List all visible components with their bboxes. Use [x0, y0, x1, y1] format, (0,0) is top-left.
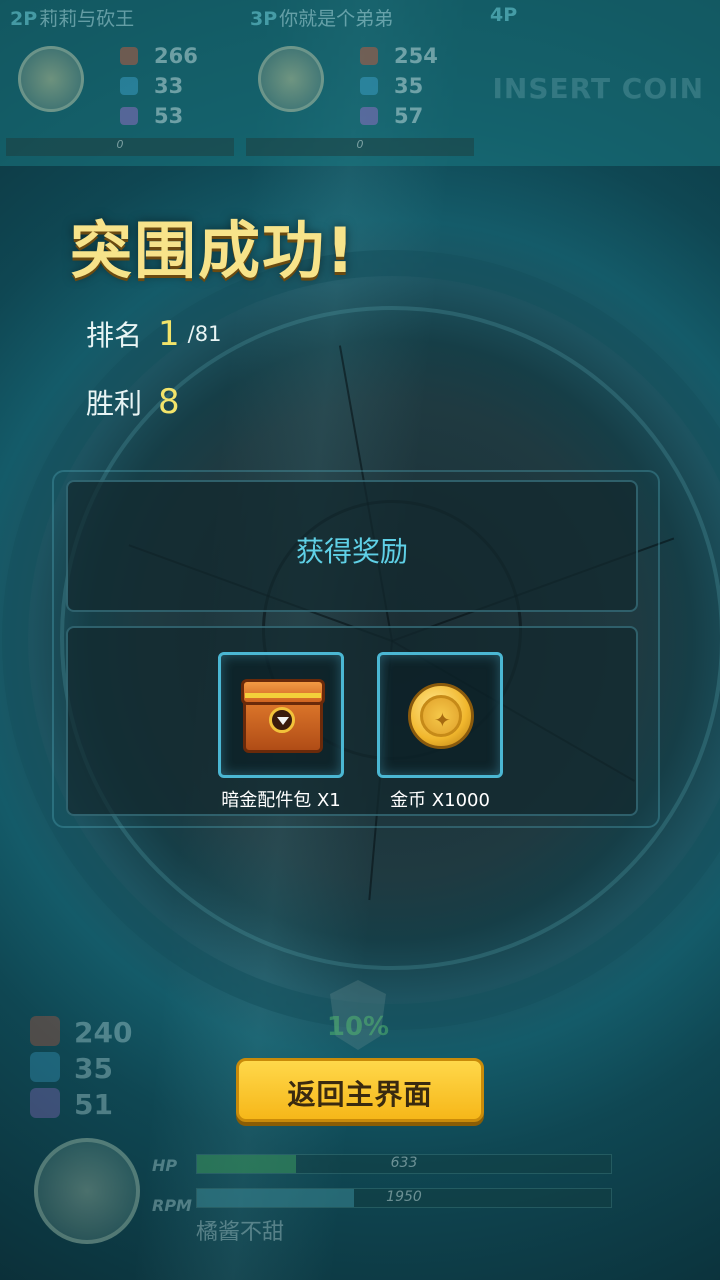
hourglass-icon — [360, 107, 378, 125]
player-name: 你就是个弟弟 — [279, 8, 394, 30]
attack-icon — [360, 47, 378, 65]
shield-icon — [30, 1052, 60, 1082]
shield-icon — [120, 77, 138, 95]
shield-icon — [360, 77, 378, 95]
reward-item-coin[interactable]: ✦ — [377, 652, 503, 778]
rank-label: 排名 — [86, 319, 143, 352]
beyblade-emblem-icon — [18, 46, 84, 112]
player-bar: 0 — [246, 138, 474, 156]
reward-title: 获得奖励 — [295, 535, 408, 568]
local-player-name: 橘酱不甜 — [196, 1220, 285, 1245]
return-home-label: 返回主界面 — [287, 1078, 433, 1111]
player-slot-2p: 2P 莉莉与砍王 266 33 53 0 — [0, 0, 240, 166]
rpm-label: RPM — [152, 1196, 192, 1215]
player-number: 2P — [10, 8, 38, 30]
player-name: 莉莉与砍王 — [39, 8, 135, 30]
wins-line: 胜利 8 — [86, 382, 180, 422]
player-number: 3P — [250, 8, 278, 30]
player-bar: 0 — [6, 138, 234, 156]
bottom-stamina-stat: 51 — [30, 1088, 113, 1121]
player-slot-4p[interactable]: 4P INSERT COIN — [480, 0, 720, 166]
center-percent: 10% — [326, 1012, 390, 1042]
player-slot-3p: 3P 你就是个弟弟 254 35 57 0 — [240, 0, 480, 166]
attack-icon — [30, 1016, 60, 1046]
center-badge: 10% — [310, 980, 406, 1060]
top-hud: 2P 莉莉与砍王 266 33 53 0 3P 你就是个弟弟 254 35 57 0… — [0, 0, 720, 166]
stamina-stat: 57 — [360, 104, 423, 128]
reward-label-coin: 金币 X1000 — [390, 790, 490, 811]
attack-stat: 266 — [120, 44, 198, 68]
gold-coin-icon: ✦ — [408, 683, 474, 749]
hourglass-icon — [30, 1088, 60, 1118]
hourglass-icon — [120, 107, 138, 125]
hp-value: 633 — [390, 1155, 418, 1171]
return-home-button[interactable]: 返回主界面 — [236, 1058, 484, 1122]
rank-line: 排名 1/81 — [86, 314, 221, 354]
player-number: 4P — [490, 4, 518, 26]
insert-coin-label: INSERT COIN — [492, 72, 704, 105]
wins-label: 胜利 — [86, 387, 143, 420]
stamina-stat: 53 — [120, 104, 183, 128]
attack-stat: 254 — [360, 44, 438, 68]
reward-label-chest: 暗金配件包 X1 — [221, 790, 341, 811]
bottom-attack-stat: 240 — [30, 1016, 132, 1049]
beyblade-emblem-icon — [258, 46, 324, 112]
player-avatar — [34, 1138, 140, 1244]
rank-total: /81 — [187, 322, 222, 346]
rpm-bar: 1950 — [196, 1188, 612, 1208]
reward-header-panel: 获得奖励 — [66, 480, 638, 612]
rpm-value: 1950 — [386, 1189, 422, 1205]
attack-icon — [120, 47, 138, 65]
result-title: 突围成功! — [70, 214, 357, 287]
hp-bar: 633 — [196, 1154, 612, 1174]
rank-value: 1 — [158, 314, 180, 354]
hp-label: HP — [152, 1156, 178, 1175]
bottom-defense-stat: 35 — [30, 1052, 113, 1085]
wins-value: 8 — [158, 382, 180, 422]
defense-stat: 33 — [120, 74, 183, 98]
treasure-chest-icon — [239, 677, 327, 757]
reward-item-chest[interactable] — [218, 652, 344, 778]
defense-stat: 35 — [360, 74, 423, 98]
